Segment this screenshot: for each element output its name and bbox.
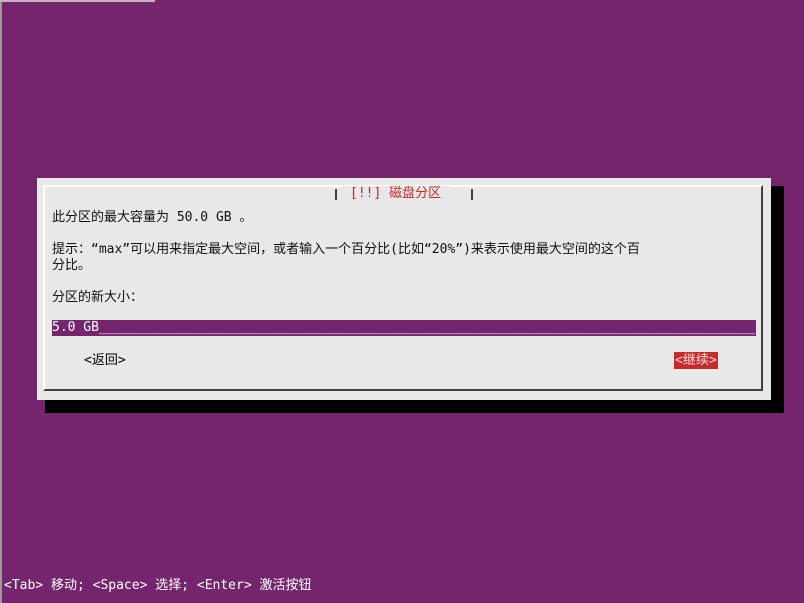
- input-fill: ________________________________________…: [98, 320, 755, 335]
- partition-size-value: 5.0 GB: [52, 320, 99, 335]
- new-size-label: 分区的新大小：: [52, 290, 144, 305]
- dialog-title: [!!] 磁盘分区: [342, 186, 450, 202]
- hint-text-line2: 分比。: [52, 258, 92, 273]
- partition-dialog: [!!] 磁盘分区 此分区的最大容量为 50.0 GB 。 提示：“max”可以…: [37, 178, 771, 400]
- back-button[interactable]: <返回>: [83, 352, 127, 369]
- title-right-tick: [471, 189, 473, 200]
- installer-screen: [!!] 磁盘分区 此分区的最大容量为 50.0 GB 。 提示：“max”可以…: [0, 0, 804, 603]
- partition-size-input[interactable]: 5.0 GB__________________________________…: [52, 320, 756, 336]
- max-capacity-text: 此分区的最大容量为 50.0 GB 。: [52, 210, 253, 225]
- continue-button[interactable]: <继续>: [674, 352, 718, 369]
- title-left-tick: [335, 189, 337, 200]
- hint-text-line1: 提示：“max”可以用来指定最大空间，或者输入一个百分比(比如“20%”)来表示…: [52, 242, 640, 257]
- keyboard-help-bar: <Tab> 移动; <Space> 选择; <Enter> 激活按钮: [4, 578, 312, 593]
- top-border: [0, 0, 155, 2]
- window-edge: [0, 0, 2, 603]
